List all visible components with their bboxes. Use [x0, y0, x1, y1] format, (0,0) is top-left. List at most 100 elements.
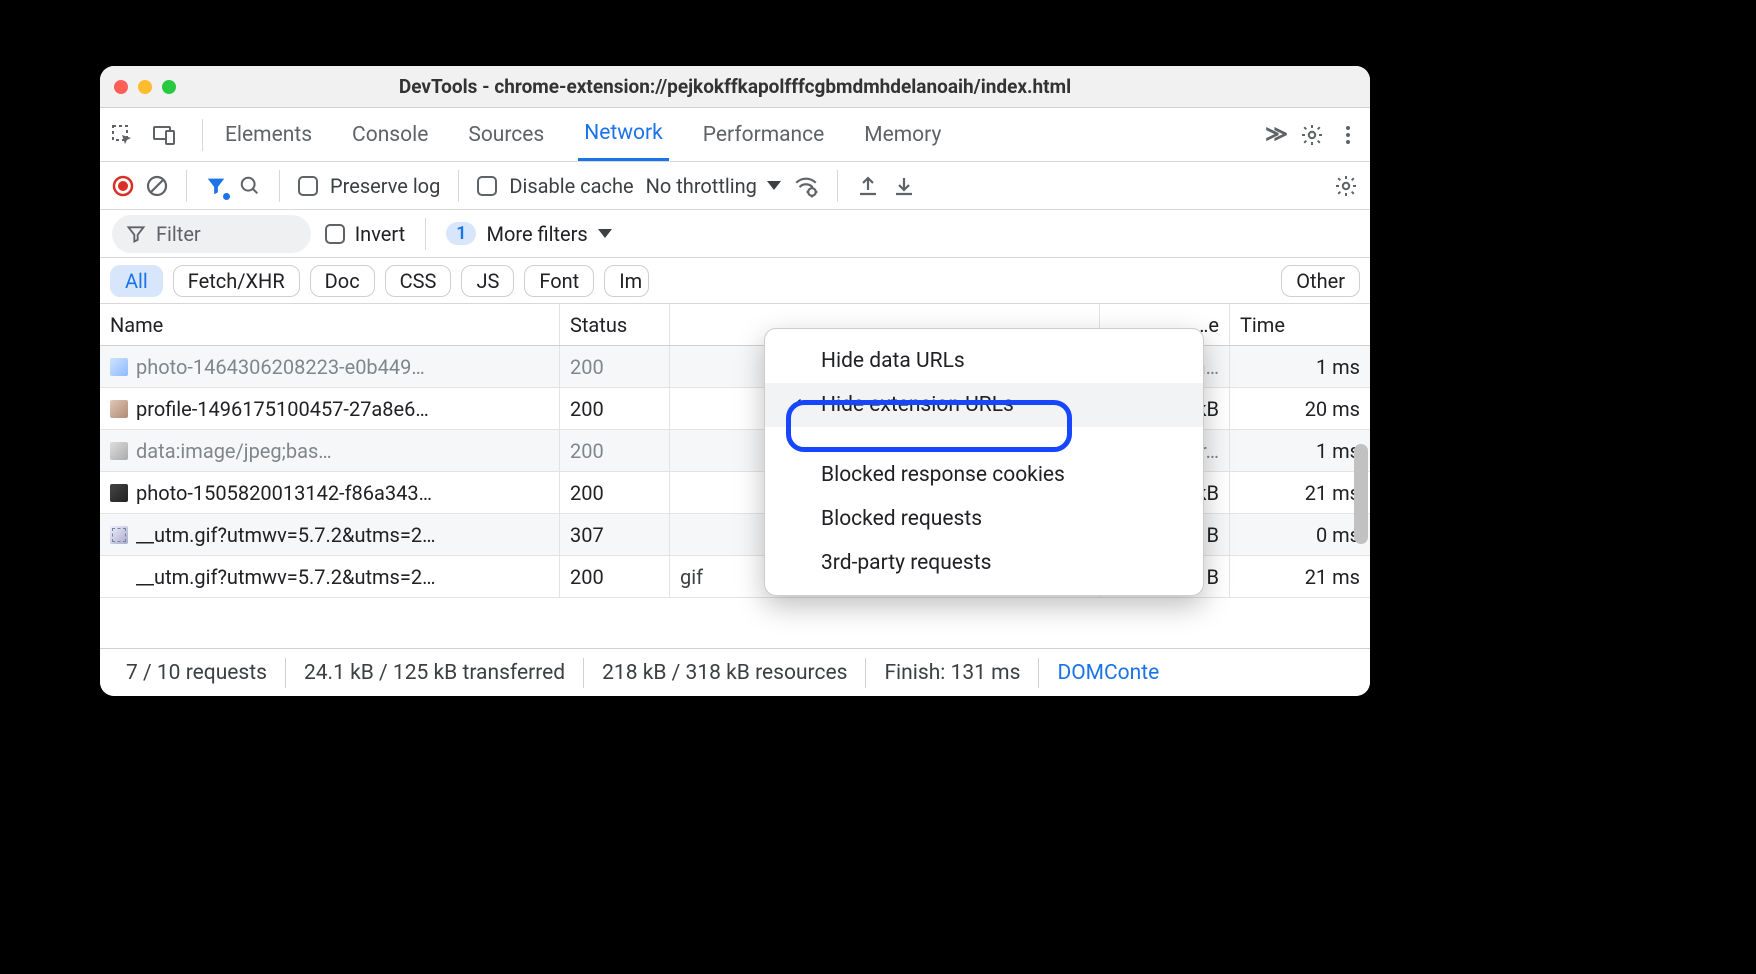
- more-filters-label: More filters: [486, 222, 587, 246]
- tab-performance[interactable]: Performance: [697, 108, 830, 161]
- row-status: 200: [560, 346, 670, 387]
- chip-css[interactable]: CSS: [385, 265, 452, 297]
- invert-checkbox[interactable]: [325, 224, 345, 244]
- preserve-log-checkbox[interactable]: [298, 176, 318, 196]
- tabstrip-left: [110, 123, 194, 147]
- more-filters-menu: Hide data URLs ✓ Hide extension URLs Blo…: [764, 328, 1204, 596]
- row-name: photo-1505820013142-f86a343…: [136, 481, 432, 505]
- menu-item-label: Blocked response cookies: [821, 463, 1065, 487]
- devtools-window: DevTools - chrome-extension://pejkokffka…: [100, 66, 1370, 696]
- favicon-icon: [110, 442, 128, 460]
- menu-item-blocked-response-cookies[interactable]: Blocked response cookies: [765, 453, 1203, 497]
- menu-item-hide-extension-urls[interactable]: ✓ Hide extension URLs: [765, 383, 1203, 427]
- chevron-down-icon: [598, 229, 612, 238]
- col-status[interactable]: Status: [560, 304, 670, 345]
- row-status: 307: [560, 514, 670, 555]
- minimize-icon[interactable]: [138, 80, 152, 94]
- row-time: 1 ms: [1230, 346, 1370, 387]
- favicon-icon: [110, 484, 128, 502]
- row-time: 21 ms: [1230, 472, 1370, 513]
- menu-item-label: Hide data URLs: [821, 349, 965, 373]
- invert-label: Invert: [355, 222, 405, 246]
- chip-js[interactable]: JS: [461, 265, 514, 297]
- tab-sources[interactable]: Sources: [462, 108, 550, 161]
- throttling-select[interactable]: No throttling: [646, 174, 781, 198]
- favicon-icon: [110, 526, 128, 544]
- tab-console[interactable]: Console: [346, 108, 434, 161]
- scrollbar-thumb[interactable]: [1354, 444, 1368, 544]
- more-filters-count: 1: [446, 222, 476, 245]
- titlebar: DevTools - chrome-extension://pejkokffka…: [100, 66, 1370, 108]
- filter-input[interactable]: Filter: [112, 215, 311, 253]
- title-url: chrome-extension://pejkokffkapolfffcgbmd…: [494, 75, 1071, 98]
- kebab-menu-icon[interactable]: [1336, 123, 1360, 147]
- menu-item-hide-data-urls[interactable]: Hide data URLs: [765, 339, 1203, 383]
- row-status: 200: [560, 472, 670, 513]
- status-resources: 218 kB / 318 kB resources: [584, 649, 865, 696]
- status-domcontent[interactable]: DOMConte: [1039, 649, 1177, 696]
- download-icon[interactable]: [892, 174, 916, 198]
- chip-font[interactable]: Font: [524, 265, 594, 297]
- disable-cache-label: Disable cache: [509, 174, 633, 198]
- status-finish: Finish: 131 ms: [866, 649, 1038, 696]
- menu-item-label: 3rd-party requests: [821, 551, 991, 575]
- upload-icon[interactable]: [856, 174, 880, 198]
- menu-gap: [765, 427, 1203, 453]
- tabstrip-right: ≫: [1265, 122, 1360, 147]
- tab-elements[interactable]: Elements: [219, 108, 318, 161]
- chip-fetch-xhr[interactable]: Fetch/XHR: [173, 265, 300, 297]
- filter-icon[interactable]: [205, 175, 227, 197]
- divider: [186, 170, 187, 202]
- tab-network[interactable]: Network: [578, 108, 669, 161]
- search-icon[interactable]: [239, 175, 261, 197]
- status-transferred: 24.1 kB / 125 kB transferred: [286, 649, 583, 696]
- panel-tabstrip: Elements Console Sources Network Perform…: [100, 108, 1370, 162]
- chip-all[interactable]: All: [110, 265, 163, 297]
- disable-cache-checkbox[interactable]: [477, 176, 497, 196]
- divider: [202, 119, 203, 151]
- row-status: 200: [560, 430, 670, 471]
- row-name: profile-1496175100457-27a8e6…: [136, 397, 429, 421]
- more-filters-toggle[interactable]: 1 More filters: [446, 222, 612, 246]
- row-name: __utm.gif?utmwv=5.7.2&utms=2…: [136, 565, 435, 589]
- row-time: 1 ms: [1230, 430, 1370, 471]
- filter-placeholder: Filter: [156, 222, 201, 246]
- close-icon[interactable]: [114, 80, 128, 94]
- col-name[interactable]: Name: [100, 304, 560, 345]
- window-title: DevTools - chrome-extension://pejkokffka…: [100, 75, 1370, 98]
- fullscreen-icon[interactable]: [162, 80, 176, 94]
- panel-tabs: Elements Console Sources Network Perform…: [211, 108, 947, 161]
- filter-bar: Filter Invert 1 More filters: [100, 210, 1370, 258]
- menu-item-blocked-requests[interactable]: Blocked requests: [765, 497, 1203, 541]
- divider: [458, 170, 459, 202]
- clear-icon[interactable]: [146, 175, 168, 197]
- preserve-log-label: Preserve log: [330, 174, 440, 198]
- menu-item-3rd-party-requests[interactable]: 3rd-party requests: [765, 541, 1203, 585]
- menu-item-label: Hide extension URLs: [821, 393, 1014, 417]
- row-name: data:image/jpeg;bas…: [136, 439, 332, 463]
- col-time[interactable]: Time: [1230, 304, 1370, 345]
- type-filter-row: All Fetch/XHR Doc CSS JS Font Im Other: [100, 258, 1370, 304]
- chip-img-truncated[interactable]: Im: [604, 265, 649, 297]
- gear-icon[interactable]: [1334, 174, 1358, 198]
- row-time: 0 ms: [1230, 514, 1370, 555]
- divider: [279, 170, 280, 202]
- overflow-tabs-icon[interactable]: ≫: [1265, 122, 1288, 147]
- chevron-down-icon: [767, 181, 781, 190]
- chip-other[interactable]: Other: [1281, 265, 1360, 297]
- tab-memory[interactable]: Memory: [858, 108, 947, 161]
- row-type: gif: [680, 565, 703, 589]
- row-name: __utm.gif?utmwv=5.7.2&utms=2…: [136, 523, 435, 547]
- network-toolbar: Preserve log Disable cache No throttling: [100, 162, 1370, 210]
- inspect-icon[interactable]: [110, 123, 134, 147]
- gear-icon[interactable]: [1300, 123, 1324, 147]
- device-toolbar-icon[interactable]: [152, 123, 176, 147]
- row-time: 21 ms: [1230, 556, 1370, 597]
- title-prefix: DevTools -: [399, 75, 494, 98]
- network-conditions-icon[interactable]: [793, 173, 819, 199]
- throttling-value: No throttling: [646, 174, 757, 198]
- record-button[interactable]: [112, 175, 134, 197]
- favicon-icon: [110, 400, 128, 418]
- row-time: 20 ms: [1230, 388, 1370, 429]
- chip-doc[interactable]: Doc: [310, 265, 375, 297]
